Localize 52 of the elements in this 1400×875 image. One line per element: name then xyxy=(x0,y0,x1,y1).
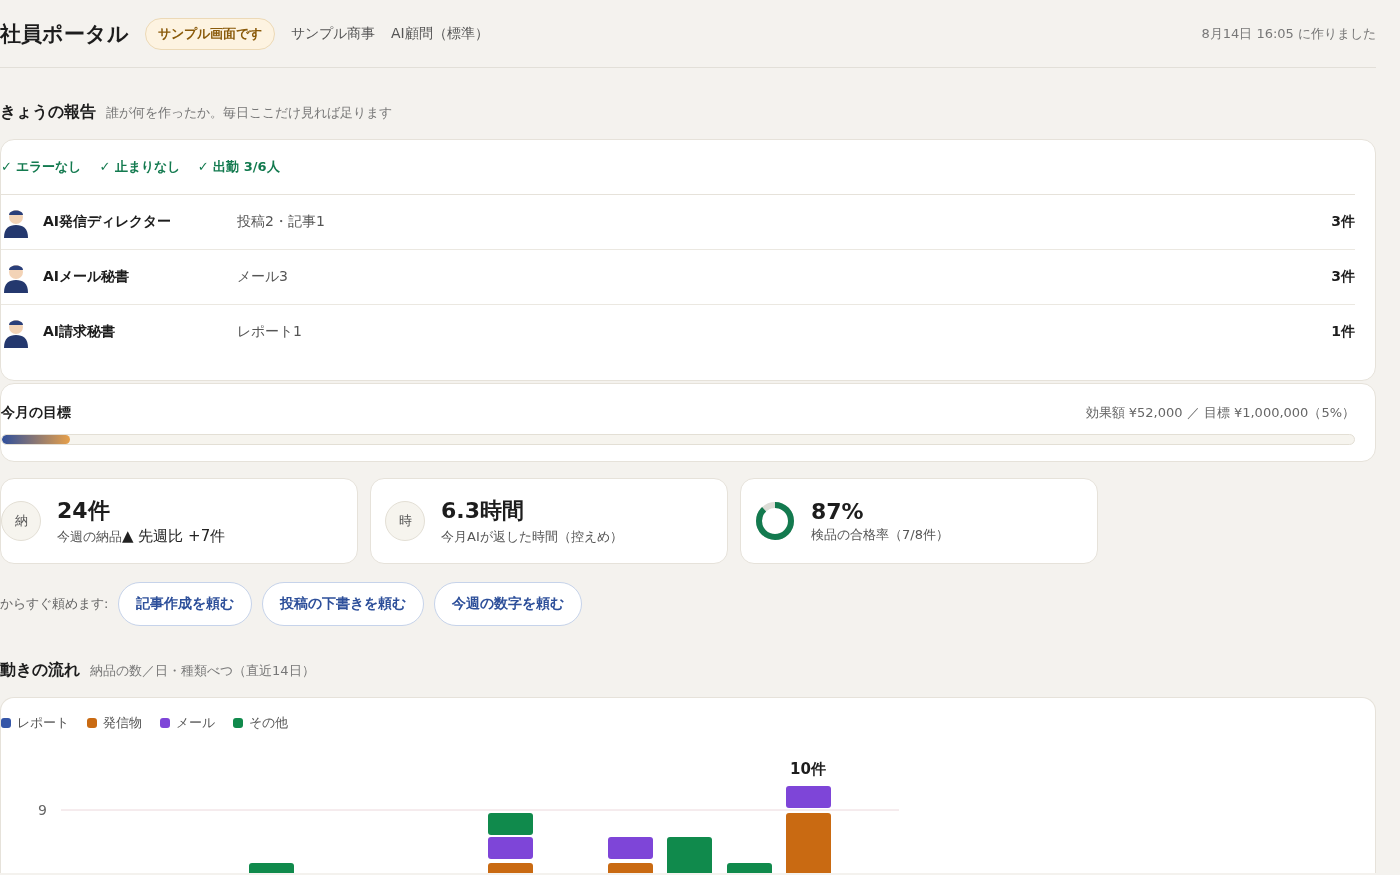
stat-value: 24件 xyxy=(57,497,111,525)
section-subtitle: 誰が何を作ったか。毎日ここだけ見れば足ります xyxy=(106,104,392,122)
status-check: ✓ 止まりなし xyxy=(99,158,180,176)
legend-label: その他 xyxy=(249,714,288,732)
stat-label: 今月AIが返した時間（控えめ） xyxy=(441,529,623,544)
stat-icon: 時 xyxy=(385,501,425,541)
chart-bar xyxy=(488,813,533,835)
legend-label: レポート xyxy=(17,714,69,732)
chart-bar xyxy=(667,837,712,873)
goal-summary: 効果額 ¥52,000 ／ 目標 ¥1,000,000（5%） xyxy=(1085,404,1355,422)
chart-bar xyxy=(488,863,533,873)
status-check: ✓ エラーなし xyxy=(1,158,82,176)
chart-bar xyxy=(488,837,533,859)
section-subtitle: 納品の数／日・種類べつ（直近14日） xyxy=(90,662,315,680)
agent-output: 投稿2・記事1 xyxy=(237,213,326,231)
trend-text: ▲ 先週比 +7件 xyxy=(122,527,226,545)
quick-label: からすぐ頼めます: xyxy=(0,595,109,613)
status-check: ✓ 出勤 3/6人 xyxy=(197,158,280,176)
page-title: 社員ポータル xyxy=(0,20,129,48)
legend-label: 発信物 xyxy=(103,714,142,732)
stat-label: 今週の納品 xyxy=(57,529,122,544)
request-button[interactable]: 記事作成を頼む xyxy=(118,582,253,626)
request-button[interactable]: 今週の数字を頼む xyxy=(434,582,583,626)
plan-name: AI顧問（標準） xyxy=(391,24,489,43)
section-title: 動きの流れ xyxy=(0,660,80,681)
agent-name: AI請求秘書 xyxy=(43,323,117,341)
sample-badge: サンプル画面です xyxy=(145,17,275,50)
request-button[interactable]: 投稿の下書きを頼む xyxy=(262,582,425,626)
chart-bar xyxy=(608,837,653,859)
created-time: 8月14日 16:05 に作りました xyxy=(1201,24,1376,43)
output-count: 3件 xyxy=(1331,213,1355,231)
output-count: 3件 xyxy=(1331,268,1355,286)
chart-bar xyxy=(786,813,831,873)
stat-value: 87% xyxy=(811,498,865,524)
chart-bar xyxy=(727,863,772,873)
agent-output: メール3 xyxy=(237,268,289,286)
chart-bar xyxy=(249,863,294,873)
legend-label: メール xyxy=(176,714,215,732)
agent-name: AI発信ディレクター xyxy=(43,213,173,231)
stat-label: 検品の合格率（7/8件） xyxy=(811,526,949,542)
chart-bar xyxy=(608,863,653,873)
agent-name: AIメール秘書 xyxy=(43,268,131,286)
axis-tick-label: 9 xyxy=(38,802,47,818)
goal-title: 今月の目標 xyxy=(1,404,71,422)
agent-output: レポート1 xyxy=(237,323,303,341)
chart-bar xyxy=(786,786,831,808)
data-label: 10件 xyxy=(790,760,826,778)
section-title: きょうの報告 xyxy=(0,102,96,123)
output-count: 1件 xyxy=(1331,323,1355,341)
company-name: サンプル商事 xyxy=(291,24,375,43)
stat-value: 6.3時間 xyxy=(441,497,525,525)
stat-icon: 納 xyxy=(1,501,41,541)
